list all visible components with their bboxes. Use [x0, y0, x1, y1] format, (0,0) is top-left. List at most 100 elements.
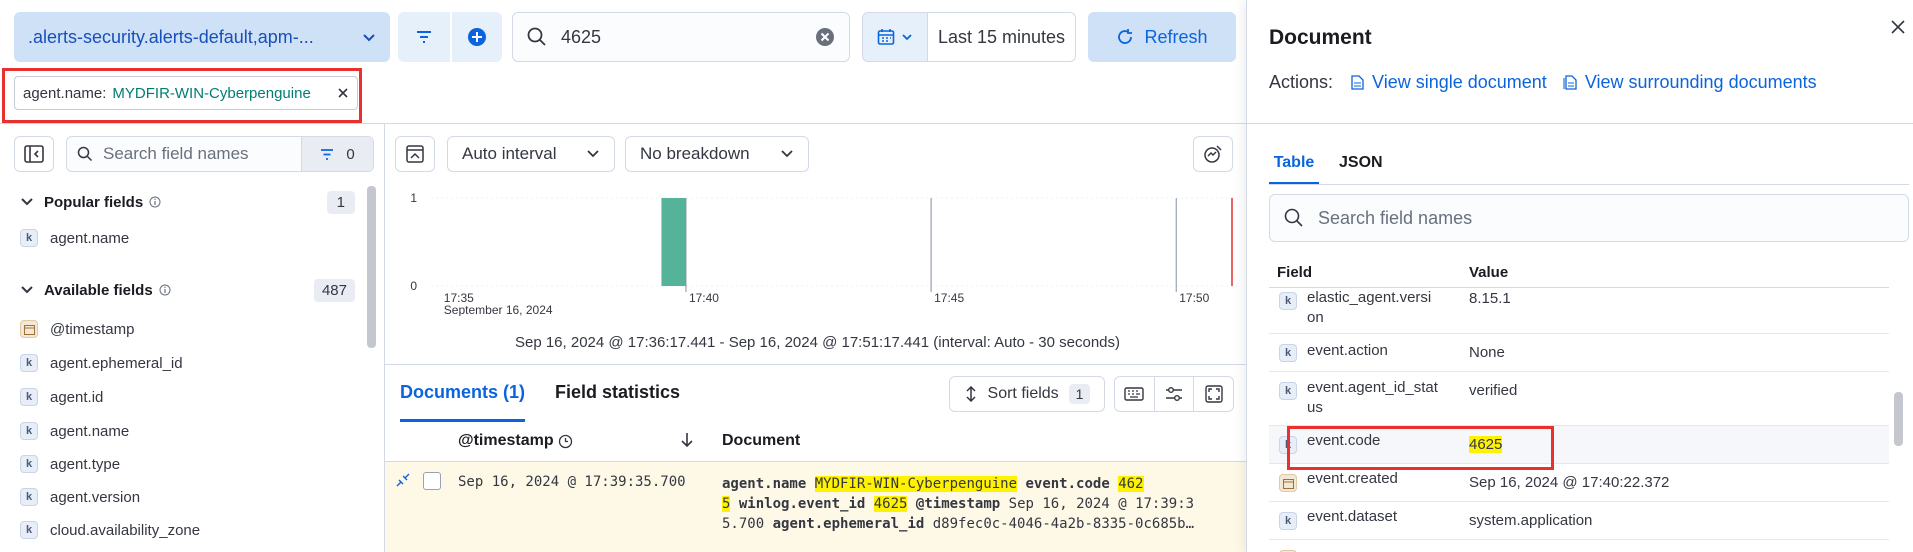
view-surrounding-documents-link[interactable]: View surrounding documents	[1563, 72, 1817, 93]
table-row[interactable]: k event.action None	[1269, 334, 1889, 372]
doc-key: winlog.event_id	[738, 496, 866, 512]
sidebar-field-agent-name-2[interactable]: k agent.name	[20, 419, 129, 443]
row-field-name: elastic_agent.versi on	[1307, 289, 1432, 326]
keyword-field-icon: k	[20, 422, 38, 440]
visualize-icon	[1203, 144, 1223, 164]
time-range-label: Last 15 minutes	[937, 26, 1066, 47]
doc-key: @timestamp	[915, 496, 1001, 512]
col-timestamp-label: @timestamp	[458, 432, 554, 449]
view-single-document-link[interactable]: View single document	[1351, 72, 1547, 93]
tab-table[interactable]: Table	[1269, 154, 1319, 184]
filter-menu-button[interactable]	[398, 12, 450, 62]
chevron-down-icon	[780, 147, 794, 161]
row-field-value: system.application	[1469, 512, 1593, 529]
table-row[interactable]: k elastic_agent.versi on 8.15.1	[1269, 288, 1889, 334]
col-value: Value	[1469, 264, 1509, 281]
query-bar[interactable]: 4625	[512, 12, 850, 62]
field-search[interactable]: Search field names 0	[66, 136, 374, 172]
sidebar-field-agent-version[interactable]: k agent.version	[20, 485, 140, 509]
view-surrounding-label: View surrounding documents	[1584, 72, 1817, 92]
collapse-sidebar-button[interactable]	[14, 136, 54, 172]
col-document[interactable]: Document	[722, 432, 800, 450]
histogram-chart: 0117:35 17:40 17:45 17:50September 16, 2024	[410, 191, 1240, 316]
field-name: agent.name	[50, 229, 130, 247]
flyout-actions: Actions: View single document View surro…	[1269, 72, 1817, 93]
doc-key: event.code	[1025, 476, 1110, 492]
sort-icon	[964, 386, 978, 402]
breakdown-select[interactable]: No breakdown	[625, 136, 809, 172]
sidebar-toggle-icon	[24, 145, 44, 163]
time-range-display[interactable]: Last 15 minutes	[928, 12, 1076, 62]
interval-select[interactable]: Auto interval	[447, 136, 615, 172]
keyword-field-icon: k	[20, 521, 38, 539]
flyout-field-search[interactable]: Search field names	[1269, 194, 1909, 242]
info-icon	[159, 284, 171, 296]
flyout-scrollbar[interactable]	[1894, 392, 1903, 446]
sidebar-field-cloud-availability-zone[interactable]: k cloud.availability_zone	[20, 518, 200, 542]
query-input[interactable]: 4625	[561, 27, 815, 48]
flyout-search-input[interactable]: Search field names	[1318, 208, 1472, 229]
expand-row-icon[interactable]	[395, 472, 411, 491]
sort-fields-button[interactable]: Sort fields 1	[949, 376, 1105, 412]
doc-key: agent.name	[722, 476, 807, 492]
filter-pill-key: agent.name:	[23, 84, 107, 102]
search-icon	[77, 146, 93, 162]
histogram-range-text: Sep 16, 2024 @ 17:36:17.441 - Sep 16, 20…	[514, 334, 1121, 351]
field-name: agent.type	[50, 455, 121, 473]
field-search-input[interactable]: Search field names	[103, 144, 301, 164]
refresh-button[interactable]: Refresh	[1088, 12, 1236, 62]
search-icon	[1284, 208, 1304, 228]
clear-icon[interactable]	[815, 27, 835, 47]
table-row[interactable]: k event.dataset system.application	[1269, 502, 1889, 540]
chart-options-button[interactable]	[1193, 136, 1233, 172]
flyout-title: Document	[1269, 26, 1372, 49]
chevron-down-icon	[362, 30, 376, 44]
popular-fields-title: Popular fields	[44, 193, 144, 211]
sidebar-field-timestamp[interactable]: @timestamp	[20, 317, 134, 341]
refresh-label: Refresh	[1144, 26, 1208, 47]
hide-chart-button[interactable]	[395, 136, 435, 172]
histogram-ticks: 0117:35 17:40 17:45 17:50September 16, 2024	[410, 191, 1209, 316]
tab-field-statistics[interactable]: Field statistics	[555, 382, 680, 422]
close-flyout-icon[interactable]	[1891, 20, 1905, 37]
plus-circle-icon	[467, 27, 487, 47]
sidebar-field-agent-name[interactable]: k agent.name	[20, 226, 129, 250]
keyword-field-icon: k	[1279, 292, 1297, 310]
doc-value-highlight: 5	[722, 496, 731, 512]
table-row[interactable]: k event.agent_id_stat us verified	[1269, 372, 1889, 426]
dataview-picker[interactable]: .alerts-security.alerts-default,apm-...	[14, 12, 390, 62]
sidebar-scrollbar[interactable]	[367, 186, 376, 348]
fullscreen-icon[interactable]	[1194, 377, 1233, 411]
keyword-field-icon: k	[20, 455, 38, 473]
histogram-bar	[661, 198, 686, 286]
available-fields-header[interactable]: Available fields 487	[20, 276, 355, 304]
table-row[interactable]: Sep 16, 2024 @ 17:39:35.700 agent.name M…	[385, 462, 1246, 552]
popular-fields-header[interactable]: Popular fields 1	[20, 188, 355, 216]
chart-toggle-icon	[406, 145, 424, 163]
field-name: agent.ephemeral_id	[50, 354, 183, 372]
sidebar-field-agent-type[interactable]: k agent.type	[20, 452, 120, 476]
sidebar-field-agent-id[interactable]: k agent.id	[20, 385, 103, 409]
field-type-filter[interactable]: 0	[301, 137, 373, 171]
table-row-partial[interactable]	[1269, 540, 1889, 552]
tab-documents[interactable]: Documents (1)	[400, 382, 526, 422]
filter-pill[interactable]: agent.name: MYDFIR-WIN-Cyberpenguine	[14, 76, 358, 110]
field-filter-count: 0	[346, 145, 355, 163]
red-annotation-box	[1287, 426, 1554, 470]
col-timestamp[interactable]: @timestamp	[458, 432, 573, 450]
keyboard-shortcuts-icon[interactable]	[1115, 377, 1155, 411]
sort-descending-icon[interactable]	[680, 432, 694, 451]
chevron-down-icon	[901, 31, 913, 43]
doc-value: 5.700	[722, 516, 765, 532]
row-select-checkbox[interactable]	[423, 472, 441, 490]
tab-json[interactable]: JSON	[1339, 154, 1383, 184]
add-filter-button[interactable]	[452, 12, 502, 62]
available-fields-count: 487	[313, 278, 355, 302]
flyout-table: Field Value k elastic_agent.versi on 8.1…	[1269, 258, 1889, 552]
row-field-name: event.dataset	[1307, 508, 1398, 525]
close-icon[interactable]	[337, 87, 349, 99]
sidebar-field-agent-ephemeral-id[interactable]: k agent.ephemeral_id	[20, 351, 183, 375]
display-settings-icon[interactable]	[1155, 377, 1195, 411]
x-tick-label: 17:40	[689, 291, 719, 305]
date-quick-menu[interactable]	[862, 12, 928, 62]
